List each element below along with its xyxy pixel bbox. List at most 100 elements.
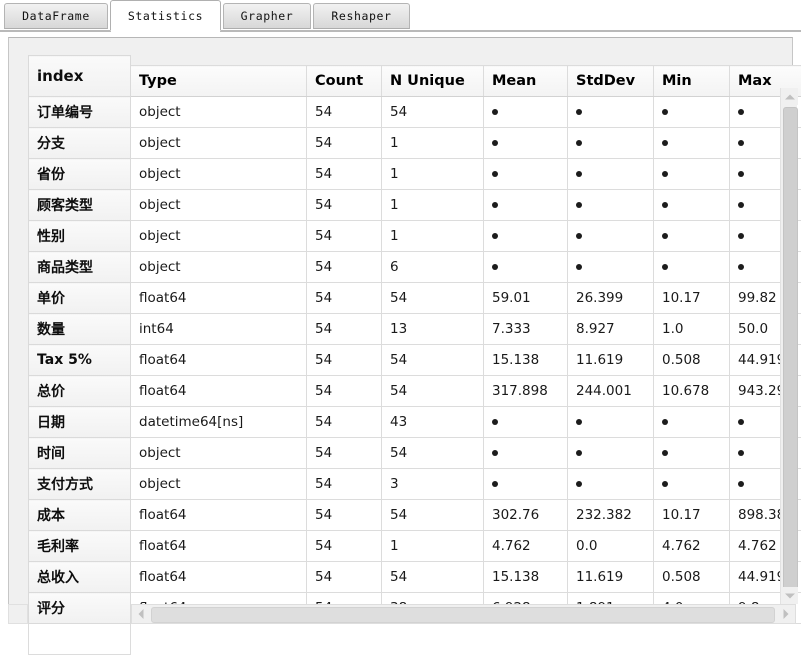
- min-cell[interactable]: [654, 438, 730, 469]
- column-header-type[interactable]: Type: [131, 66, 307, 97]
- stddev-cell[interactable]: 244.001: [568, 376, 654, 407]
- n-unique-cell[interactable]: 1: [382, 531, 484, 562]
- stddev-cell[interactable]: [568, 252, 654, 283]
- mean-cell[interactable]: [484, 97, 568, 128]
- mean-cell[interactable]: [484, 159, 568, 190]
- n-unique-cell[interactable]: 3: [382, 469, 484, 500]
- mean-cell[interactable]: [484, 469, 568, 500]
- tab-statistics[interactable]: Statistics: [110, 0, 221, 31]
- mean-cell[interactable]: 15.138: [484, 345, 568, 376]
- min-cell[interactable]: [654, 252, 730, 283]
- count-cell[interactable]: 54: [307, 376, 382, 407]
- min-cell[interactable]: [654, 159, 730, 190]
- n-unique-cell[interactable]: 1: [382, 190, 484, 221]
- n-unique-cell[interactable]: 54: [382, 376, 484, 407]
- scroll-down-button[interactable]: [781, 587, 798, 604]
- mean-cell[interactable]: 317.898: [484, 376, 568, 407]
- count-cell[interactable]: 54: [307, 190, 382, 221]
- n-unique-cell[interactable]: 54: [382, 562, 484, 593]
- stddev-cell[interactable]: 0.0: [568, 531, 654, 562]
- count-cell[interactable]: 54: [307, 128, 382, 159]
- index-cell[interactable]: 性别: [29, 221, 131, 252]
- index-cell[interactable]: Tax 5%: [29, 345, 131, 376]
- type-cell[interactable]: datetime64[ns]: [131, 407, 307, 438]
- type-cell[interactable]: object: [131, 438, 307, 469]
- n-unique-cell[interactable]: 54: [382, 500, 484, 531]
- n-unique-cell[interactable]: 1: [382, 221, 484, 252]
- index-cell[interactable]: 商品类型: [29, 252, 131, 283]
- column-header-n-unique[interactable]: N Unique: [382, 66, 484, 97]
- index-cell[interactable]: 单价: [29, 283, 131, 314]
- column-header-index[interactable]: index: [29, 56, 131, 97]
- index-cell[interactable]: 毛利率: [29, 531, 131, 562]
- mean-cell[interactable]: 15.138: [484, 562, 568, 593]
- n-unique-cell[interactable]: 6: [382, 252, 484, 283]
- count-cell[interactable]: 54: [307, 97, 382, 128]
- type-cell[interactable]: object: [131, 97, 307, 128]
- stddev-cell[interactable]: 8.927: [568, 314, 654, 345]
- mean-cell[interactable]: [484, 190, 568, 221]
- tab-grapher[interactable]: Grapher: [223, 3, 311, 29]
- type-cell[interactable]: float64: [131, 531, 307, 562]
- stddev-cell[interactable]: [568, 159, 654, 190]
- min-cell[interactable]: 10.17: [654, 500, 730, 531]
- n-unique-cell[interactable]: 1: [382, 159, 484, 190]
- count-cell[interactable]: 54: [307, 438, 382, 469]
- stddev-cell[interactable]: [568, 438, 654, 469]
- n-unique-cell[interactable]: 43: [382, 407, 484, 438]
- count-cell[interactable]: 54: [307, 252, 382, 283]
- index-cell[interactable]: 省份: [29, 159, 131, 190]
- min-cell[interactable]: 1.0: [654, 314, 730, 345]
- mean-cell[interactable]: [484, 221, 568, 252]
- n-unique-cell[interactable]: 54: [382, 97, 484, 128]
- index-cell[interactable]: 顾客类型: [29, 190, 131, 221]
- count-cell[interactable]: 54: [307, 500, 382, 531]
- count-cell[interactable]: 54: [307, 345, 382, 376]
- mean-cell[interactable]: [484, 128, 568, 159]
- type-cell[interactable]: float64: [131, 345, 307, 376]
- index-cell[interactable]: 订单编号: [29, 97, 131, 128]
- min-cell[interactable]: 0.508: [654, 562, 730, 593]
- index-cell[interactable]: 总收入: [29, 562, 131, 593]
- type-cell[interactable]: object: [131, 221, 307, 252]
- stddev-cell[interactable]: [568, 469, 654, 500]
- count-cell[interactable]: 54: [307, 283, 382, 314]
- index-cell[interactable]: 总价: [29, 376, 131, 407]
- type-cell[interactable]: object: [131, 190, 307, 221]
- n-unique-cell[interactable]: 54: [382, 283, 484, 314]
- min-cell[interactable]: [654, 221, 730, 252]
- mean-cell[interactable]: 302.76: [484, 500, 568, 531]
- column-header-stddev[interactable]: StdDev: [568, 66, 654, 97]
- index-cell[interactable]: 日期: [29, 407, 131, 438]
- mean-cell[interactable]: [484, 407, 568, 438]
- column-header-min[interactable]: Min: [654, 66, 730, 97]
- stddev-cell[interactable]: [568, 407, 654, 438]
- count-cell[interactable]: 54: [307, 159, 382, 190]
- n-unique-cell[interactable]: 1: [382, 128, 484, 159]
- index-cell[interactable]: 分支: [29, 128, 131, 159]
- type-cell[interactable]: float64: [131, 562, 307, 593]
- n-unique-cell[interactable]: 54: [382, 345, 484, 376]
- index-cell[interactable]: 支付方式: [29, 469, 131, 500]
- n-unique-cell[interactable]: 54: [382, 438, 484, 469]
- min-cell[interactable]: 0.508: [654, 345, 730, 376]
- column-header-mean[interactable]: Mean: [484, 66, 568, 97]
- stddev-cell[interactable]: 11.619: [568, 562, 654, 593]
- mean-cell[interactable]: [484, 252, 568, 283]
- stddev-cell[interactable]: [568, 128, 654, 159]
- scroll-right-button[interactable]: [777, 605, 795, 623]
- type-cell[interactable]: float64: [131, 283, 307, 314]
- mean-cell[interactable]: 7.333: [484, 314, 568, 345]
- type-cell[interactable]: float64: [131, 376, 307, 407]
- type-cell[interactable]: object: [131, 159, 307, 190]
- mean-cell[interactable]: 4.762: [484, 531, 568, 562]
- mean-cell[interactable]: [484, 438, 568, 469]
- tab-reshaper[interactable]: Reshaper: [313, 3, 410, 29]
- scroll-up-button[interactable]: [781, 88, 798, 105]
- n-unique-cell[interactable]: 13: [382, 314, 484, 345]
- mean-cell[interactable]: 59.01: [484, 283, 568, 314]
- horizontal-scrollbar-thumb[interactable]: [151, 607, 775, 623]
- type-cell[interactable]: object: [131, 469, 307, 500]
- type-cell[interactable]: int64: [131, 314, 307, 345]
- index-cell[interactable]: 成本: [29, 500, 131, 531]
